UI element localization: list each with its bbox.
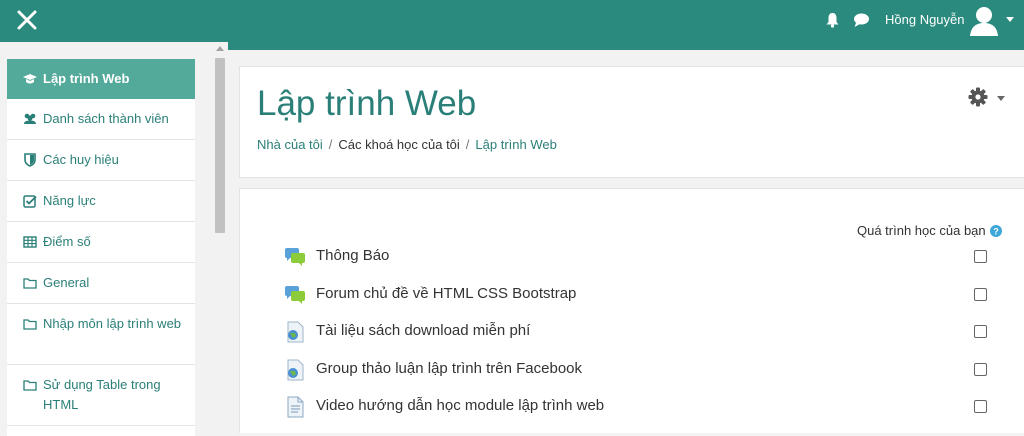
sidebar-item-competencies[interactable]: Năng lực bbox=[7, 181, 195, 222]
svg-text:?: ? bbox=[993, 227, 999, 237]
sidebar-item-label: Điểm số bbox=[43, 234, 91, 249]
forum-icon bbox=[285, 286, 305, 304]
breadcrumb: Nhà của tôi / Các khoá học của tôi / Lập trì… bbox=[257, 137, 557, 152]
breadcrumb-my-courses[interactable]: Các khoá học của tôi bbox=[338, 137, 459, 152]
page-header: Lập trình Web Nhà của tôi / Các khoá học c… bbox=[239, 66, 1024, 178]
activity-name[interactable]: Video hướng dẫn học module lập trình web bbox=[316, 397, 604, 414]
sidebar-item-label: General bbox=[43, 275, 90, 290]
table-icon bbox=[23, 236, 37, 248]
folder-icon bbox=[23, 319, 37, 330]
progress-label: Quá trình học của bạn bbox=[857, 223, 986, 238]
graduation-cap-icon bbox=[23, 74, 37, 84]
sidebar-item-lap-trinh-web[interactable]: Lập trình Web bbox=[7, 59, 195, 100]
sidebar-item-label: Danh sách thành viên bbox=[43, 111, 169, 126]
user-name[interactable]: Hồng Nguyễn bbox=[885, 12, 965, 27]
activity-name[interactable]: Group thảo luận lập trình trên Facebook bbox=[316, 360, 582, 377]
help-icon[interactable]: ? bbox=[990, 225, 1002, 237]
close-icon[interactable] bbox=[16, 9, 38, 31]
breadcrumb-separator: / bbox=[328, 137, 333, 152]
activity-name[interactable]: Thông Báo bbox=[316, 247, 389, 264]
sidebar-item-label: Nhập môn lập trình web bbox=[43, 316, 182, 331]
sidebar-item-html-table[interactable]: Sử dụng Table trong HTML bbox=[7, 365, 195, 426]
completion-checkbox[interactable] bbox=[974, 250, 987, 263]
sidebar-item-intro-web[interactable]: Nhập môn lập trình web bbox=[7, 304, 195, 365]
completion-checkbox[interactable] bbox=[974, 288, 987, 301]
sidebar-item-label: Năng lực bbox=[43, 193, 96, 208]
activity-item[interactable]: Group thảo luận lập trình trên Facebook bbox=[284, 356, 1004, 384]
scrollbar-thumb[interactable] bbox=[215, 58, 225, 233]
course-content: Quá trình học của bạn ? Thông Báo Forum … bbox=[239, 188, 1024, 433]
completion-checkbox[interactable] bbox=[974, 325, 987, 338]
bell-icon[interactable] bbox=[825, 12, 840, 28]
sub-header-bar bbox=[228, 42, 1024, 50]
breadcrumb-separator: / bbox=[465, 137, 470, 152]
activity-item[interactable]: Thông Báo bbox=[284, 243, 1004, 271]
sidebar-item-general[interactable]: General bbox=[7, 263, 195, 304]
activity-name[interactable]: Forum chủ đề về HTML CSS Bootstrap bbox=[316, 285, 576, 302]
breadcrumb-current[interactable]: Lập trình Web bbox=[475, 137, 556, 152]
page-icon bbox=[287, 396, 304, 418]
forum-icon bbox=[285, 248, 305, 266]
folder-icon bbox=[23, 380, 37, 391]
sidebar-item-members[interactable]: Danh sách thành viên bbox=[7, 99, 195, 140]
scroll-up-arrow[interactable] bbox=[216, 46, 224, 51]
activity-item[interactable]: Tài liệu sách download miễn phí bbox=[284, 318, 1004, 346]
sidebar-item-badges[interactable]: Các huy hiệu bbox=[7, 140, 195, 181]
activity-item[interactable]: Forum chủ đề về HTML CSS Bootstrap bbox=[284, 281, 1004, 309]
sidebar-item-label: Sử dụng Table trong HTML bbox=[43, 377, 161, 412]
users-icon bbox=[24, 113, 36, 124]
breadcrumb-home[interactable]: Nhà của tôi bbox=[257, 137, 323, 152]
completion-checkbox[interactable] bbox=[974, 363, 987, 376]
sidebar: Lập trình Web Danh sách thành viên Các h… bbox=[0, 42, 228, 436]
sidebar-item-grades[interactable]: Điểm số bbox=[7, 222, 195, 263]
caret-down-icon[interactable] bbox=[1006, 17, 1014, 22]
folder-icon bbox=[23, 278, 37, 289]
activity-name[interactable]: Tài liệu sách download miễn phí bbox=[316, 322, 530, 339]
activity-item[interactable]: Video hướng dẫn học module lập trình web bbox=[284, 393, 1004, 421]
gear-icon[interactable] bbox=[968, 87, 988, 107]
checkbox-icon bbox=[23, 195, 37, 208]
page-title: Lập trình Web bbox=[257, 84, 477, 123]
sidebar-item-label: Lập trình Web bbox=[43, 71, 130, 86]
sidebar-item-partial[interactable] bbox=[7, 426, 195, 436]
gear-caret-icon[interactable] bbox=[997, 96, 1005, 101]
completion-checkbox[interactable] bbox=[974, 400, 987, 413]
chat-icon[interactable] bbox=[853, 12, 870, 28]
url-icon bbox=[287, 359, 304, 381]
url-icon bbox=[287, 321, 304, 343]
user-avatar-icon[interactable] bbox=[968, 4, 1000, 36]
sidebar-item-label: Các huy hiệu bbox=[43, 152, 119, 167]
shield-icon bbox=[24, 153, 36, 167]
top-navbar: Hồng Nguyễn bbox=[0, 0, 1024, 42]
